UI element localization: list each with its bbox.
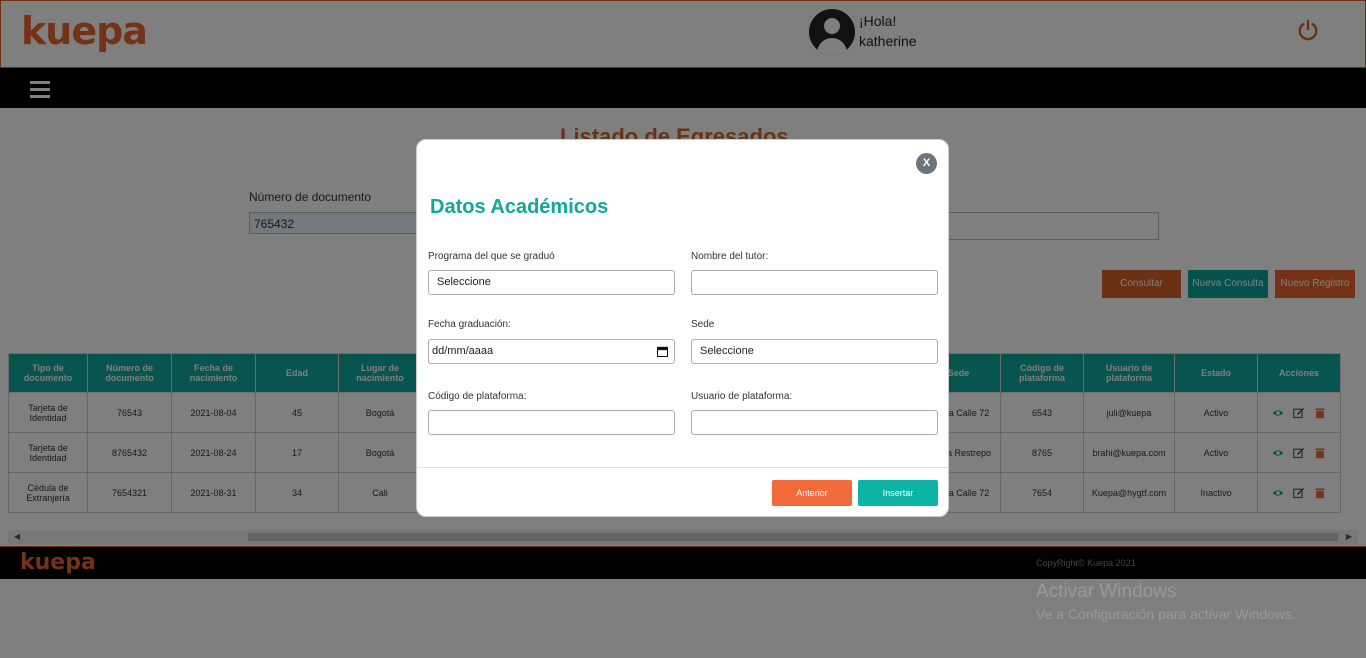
modal-title: Datos Académicos [430,196,609,218]
tutor-input[interactable] [691,270,938,295]
datos-academicos-modal: X Datos Académicos Programa del que se g… [416,139,949,517]
programa-select[interactable]: Seleccione [428,270,675,295]
codigo-plataforma-label: Código de plataforma: [428,391,527,402]
calendar-icon[interactable] [657,346,668,357]
sede-select[interactable]: Seleccione [691,339,938,364]
windows-watermark-title: Activar Windows [1036,581,1177,602]
usuario-plataforma-label: Usuario de plataforma: [691,391,793,402]
codigo-plataforma-input[interactable] [428,410,675,435]
windows-watermark-subtitle: Ve a Configuración para activar Windows. [1036,606,1296,622]
insertar-button[interactable]: Insertar [858,480,938,506]
fecha-date-value: dd/mm/aaaa [432,345,494,357]
anterior-button[interactable]: Anterior [772,480,852,506]
close-icon[interactable]: X [916,153,937,174]
programa-label: Programa del que se graduó [428,251,555,262]
usuario-plataforma-input[interactable] [691,410,938,435]
fecha-label: Fecha graduación: [428,319,511,330]
sede-label: Sede [691,319,715,330]
fecha-date-input[interactable]: dd/mm/aaaa [428,339,675,364]
tutor-label: Nombre del tutor: [691,251,769,262]
modal-footer-divider [417,467,948,468]
